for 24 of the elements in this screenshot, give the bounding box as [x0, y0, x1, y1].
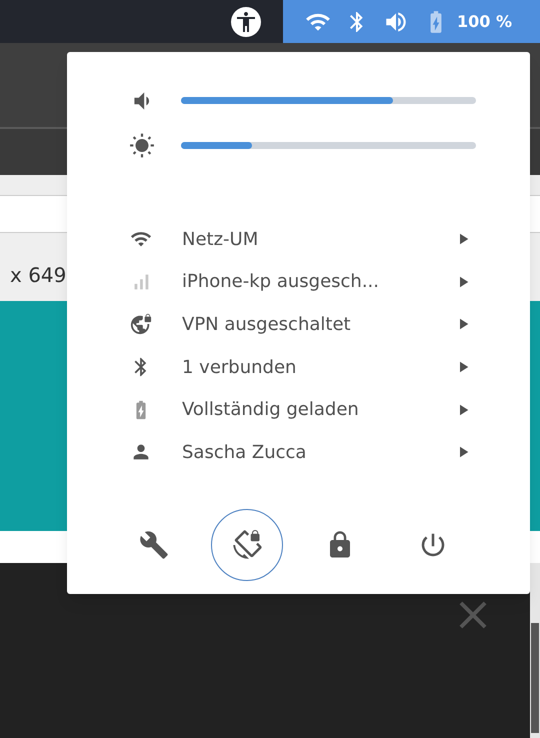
rotation-lock-icon	[232, 530, 262, 560]
scrollbar-thumb[interactable]	[531, 623, 539, 733]
scrollbar[interactable]	[530, 563, 540, 738]
sun-icon	[129, 132, 155, 158]
menu-item-label: Vollständig geladen	[182, 398, 360, 422]
slider[interactable]	[181, 97, 476, 104]
menu-item[interactable]: iPhone-kp ausgesch...	[67, 260, 530, 304]
menu-item[interactable]: Sascha Zucca	[67, 430, 530, 474]
menu-item-label: Netz-UM	[182, 228, 260, 252]
rotation-lock-button[interactable]	[211, 508, 283, 581]
menu-item-label: VPN ausgeschaltet	[182, 312, 352, 337]
battery-percentage: 100 %	[457, 10, 512, 32]
menu-item-label: Sascha Zucca	[182, 440, 308, 465]
tools-icon	[139, 530, 169, 560]
accessibility-icon[interactable]	[231, 6, 261, 36]
slider[interactable]	[181, 142, 476, 149]
network-lock-icon	[130, 313, 152, 336]
menu-item[interactable]: VPN ausgeschaltet	[67, 303, 530, 346]
menu-item[interactable]: 1 verbunden	[67, 346, 530, 388]
menu-item[interactable]: Vollständig geladen	[67, 388, 530, 431]
row-text: x 649	[10, 262, 66, 289]
menu-item-label: 1 verbunden	[182, 356, 298, 380]
menu-item-label: iPhone-kp ausgesch...	[182, 270, 380, 294]
menu-item[interactable]: Netz-UM	[67, 218, 530, 261]
